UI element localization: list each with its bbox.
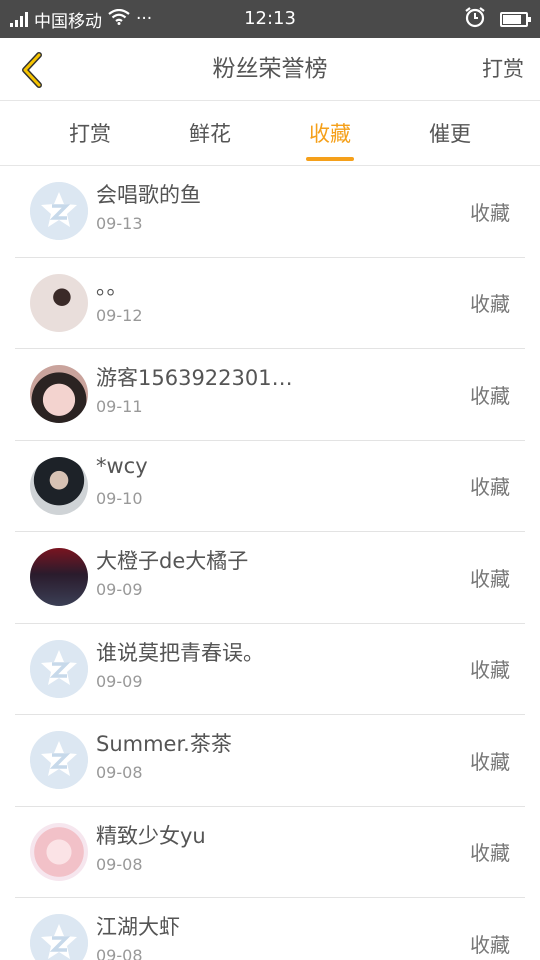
tab-bar: 打赏 鲜花 收藏 催更	[0, 101, 540, 166]
avatar	[30, 456, 88, 515]
alarm-icon	[464, 6, 486, 32]
item-date: 09-11	[96, 397, 143, 416]
list-item[interactable]: 游客1563922301… 09-11 收藏	[15, 349, 525, 441]
user-name: 谁说莫把青春误。	[96, 640, 264, 665]
reward-button[interactable]: 打赏	[482, 38, 524, 101]
tab-flowers[interactable]: 鲜花	[150, 101, 270, 166]
tab-urge-update[interactable]: 催更	[390, 101, 510, 166]
user-name: 。。	[96, 274, 128, 299]
item-date: 09-08	[96, 854, 143, 874]
user-name: *wcy	[96, 453, 148, 478]
user-name: Summer.茶茶	[96, 732, 232, 756]
default-avatar-icon	[30, 182, 88, 241]
status-right	[464, 0, 531, 38]
avatar	[30, 822, 88, 881]
action-label: 收藏	[470, 749, 510, 774]
default-avatar-icon	[30, 639, 88, 698]
list-item[interactable]: 精致少女yu 09-08 收藏	[15, 807, 525, 898]
tab-reward[interactable]: 打赏	[30, 101, 150, 166]
action-label: 收藏	[470, 841, 510, 866]
action-label: 收藏	[470, 932, 510, 957]
tab-label: 收藏	[309, 122, 351, 146]
list-item[interactable]: Summer.茶茶 09-08 收藏	[15, 715, 525, 807]
list-item[interactable]: 谁说莫把青春误。 09-09 收藏	[15, 624, 525, 715]
battery-icon	[500, 11, 531, 27]
action-label: 收藏	[470, 658, 510, 683]
item-date: 09-10	[96, 488, 143, 508]
avatar	[30, 548, 88, 607]
user-name: 江湖大虾	[96, 915, 180, 939]
status-bar: 中国移动 ··· 12:13	[0, 0, 540, 38]
avatar	[30, 365, 88, 424]
list-item[interactable]: 江湖大虾 09-08 收藏	[15, 898, 525, 960]
list-item[interactable]: 。。 09-12 收藏	[15, 258, 525, 349]
action-label: 收藏	[470, 566, 510, 591]
action-label: 收藏	[470, 475, 510, 500]
action-label: 收藏	[470, 292, 510, 317]
user-name: 精致少女yu	[96, 823, 206, 848]
item-date: 09-08	[96, 946, 143, 960]
user-name: 大橙子de大橘子	[96, 549, 249, 573]
list-item[interactable]: 会唱歌的鱼 09-13 收藏	[15, 166, 525, 258]
active-tab-indicator	[306, 157, 354, 161]
tab-label: 鲜花	[189, 122, 231, 146]
item-date: 09-09	[96, 580, 143, 599]
item-date: 09-12	[96, 305, 143, 325]
default-avatar-icon	[30, 914, 88, 960]
item-date: 09-09	[96, 671, 143, 691]
action-label: 收藏	[470, 200, 510, 225]
list-item[interactable]: 大橙子de大橘子 09-09 收藏	[15, 532, 525, 624]
action-label: 收藏	[470, 383, 510, 408]
app-header: 粉丝荣誉榜 打赏	[0, 38, 540, 101]
list-item[interactable]: *wcy 09-10 收藏	[15, 441, 525, 532]
default-avatar-icon	[30, 731, 88, 790]
item-date: 09-13	[96, 214, 143, 233]
user-name: 会唱歌的鱼	[96, 183, 201, 207]
tab-favorites[interactable]: 收藏	[270, 101, 390, 166]
fan-list: 会唱歌的鱼 09-13 收藏 。。 09-12 收藏 游客1563922301……	[0, 166, 540, 960]
user-name: 游客1563922301…	[96, 366, 293, 390]
avatar	[30, 273, 88, 332]
item-date: 09-08	[96, 763, 143, 782]
tab-label: 打赏	[69, 122, 111, 146]
tab-label: 催更	[429, 122, 471, 146]
page-title: 粉丝荣誉榜	[212, 56, 328, 82]
status-time: 12:13	[244, 8, 296, 29]
